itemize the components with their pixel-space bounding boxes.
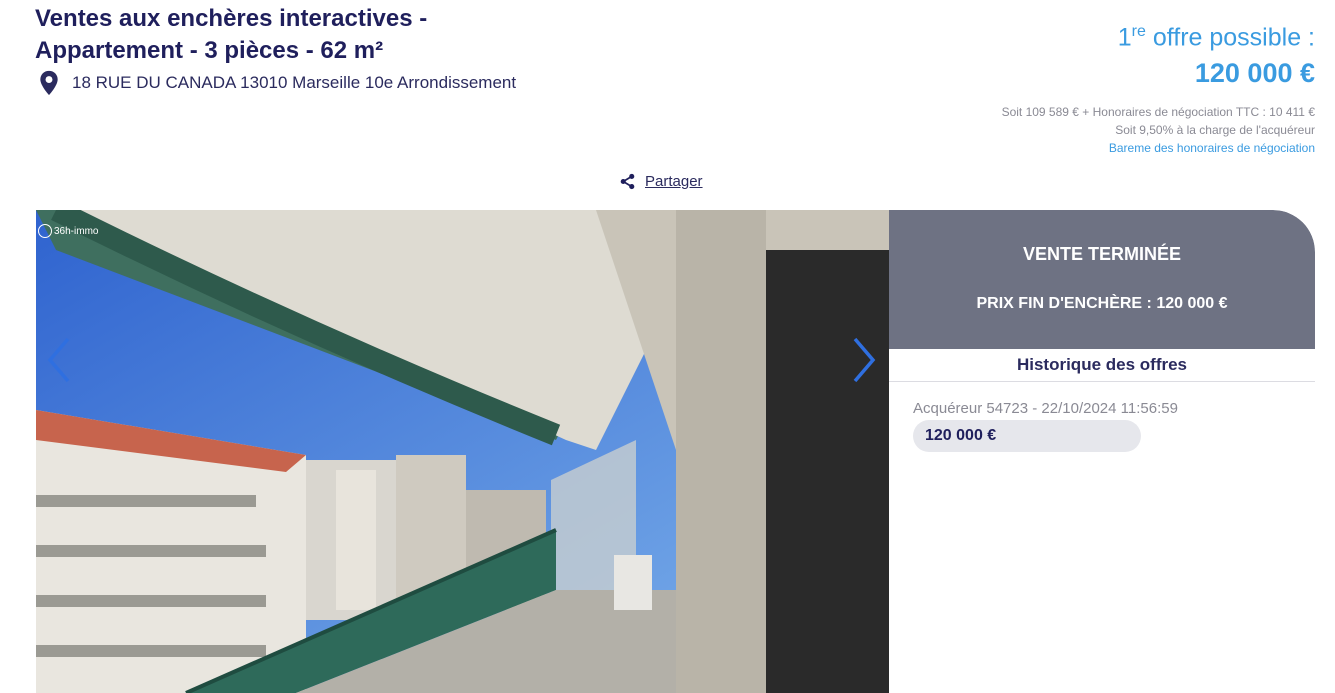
offer-label-text: offre possible : (1145, 23, 1315, 52)
chevron-right-icon[interactable] (849, 335, 879, 385)
status-text: VENTE TERMINÉE (1022, 244, 1182, 264)
offer-ordinal-suffix: re (1131, 23, 1146, 40)
fee-line-2: Soit 9,50% à la charge de l'acquéreur (1115, 123, 1315, 137)
offer-box: 1re offre possible : 120 000 € (1118, 14, 1315, 91)
share-label[interactable]: Partager (645, 173, 703, 190)
bid-item: Acquéreur 54723 - 22/10/2024 11:56:59 12… (913, 400, 1315, 452)
listing-photo (36, 210, 889, 693)
chevron-left-icon[interactable] (44, 335, 74, 385)
address: 18 RUE DU CANADA 13010 Marseille 10e Arr… (38, 70, 516, 96)
share-icon (620, 173, 635, 190)
listing-title: Ventes aux enchères interactives - Appar… (35, 3, 427, 67)
location-pin-icon (40, 70, 58, 96)
history-title: Historique des offres (889, 349, 1315, 382)
watermark-text: 36h-immo (54, 225, 99, 237)
final-price: PRIX FIN D'ENCHÈRE : 120 000 € (976, 295, 1228, 312)
auction-status: VENTE TERMINÉE PRIX FIN D'ENCHÈRE : 120 … (889, 210, 1315, 349)
fee-line-1: Soit 109 589 € + Honoraires de négociati… (1001, 105, 1315, 119)
address-text: 18 RUE DU CANADA 13010 Marseille 10e Arr… (72, 73, 517, 92)
title-line-1: Ventes aux enchères interactives - (35, 5, 428, 32)
watermark: 36h-immo (38, 224, 98, 238)
share-button[interactable]: Partager (619, 173, 703, 190)
watermark-logo-icon (38, 224, 52, 238)
fee-scale-link[interactable]: Bareme des honoraires de négociation (1002, 139, 1315, 157)
bid-amount: 120 000 € (913, 420, 1141, 452)
offer-ordinal: 1 (1117, 23, 1132, 52)
bid-meta: Acquéreur 54723 - 22/10/2024 11:56:59 (913, 400, 1178, 417)
offer-label: 1re offre possible : (1118, 14, 1315, 55)
auction-panel: VENTE TERMINÉE PRIX FIN D'ENCHÈRE : 120 … (889, 210, 1315, 693)
fees-info: Soit 109 589 € + Honoraires de négociati… (1002, 103, 1315, 157)
photo-gallery[interactable]: 36h-immo (36, 210, 889, 693)
title-line-2: Appartement - 3 pièces - 62 m² (35, 37, 384, 64)
offer-price: 120 000 € (1194, 58, 1315, 89)
